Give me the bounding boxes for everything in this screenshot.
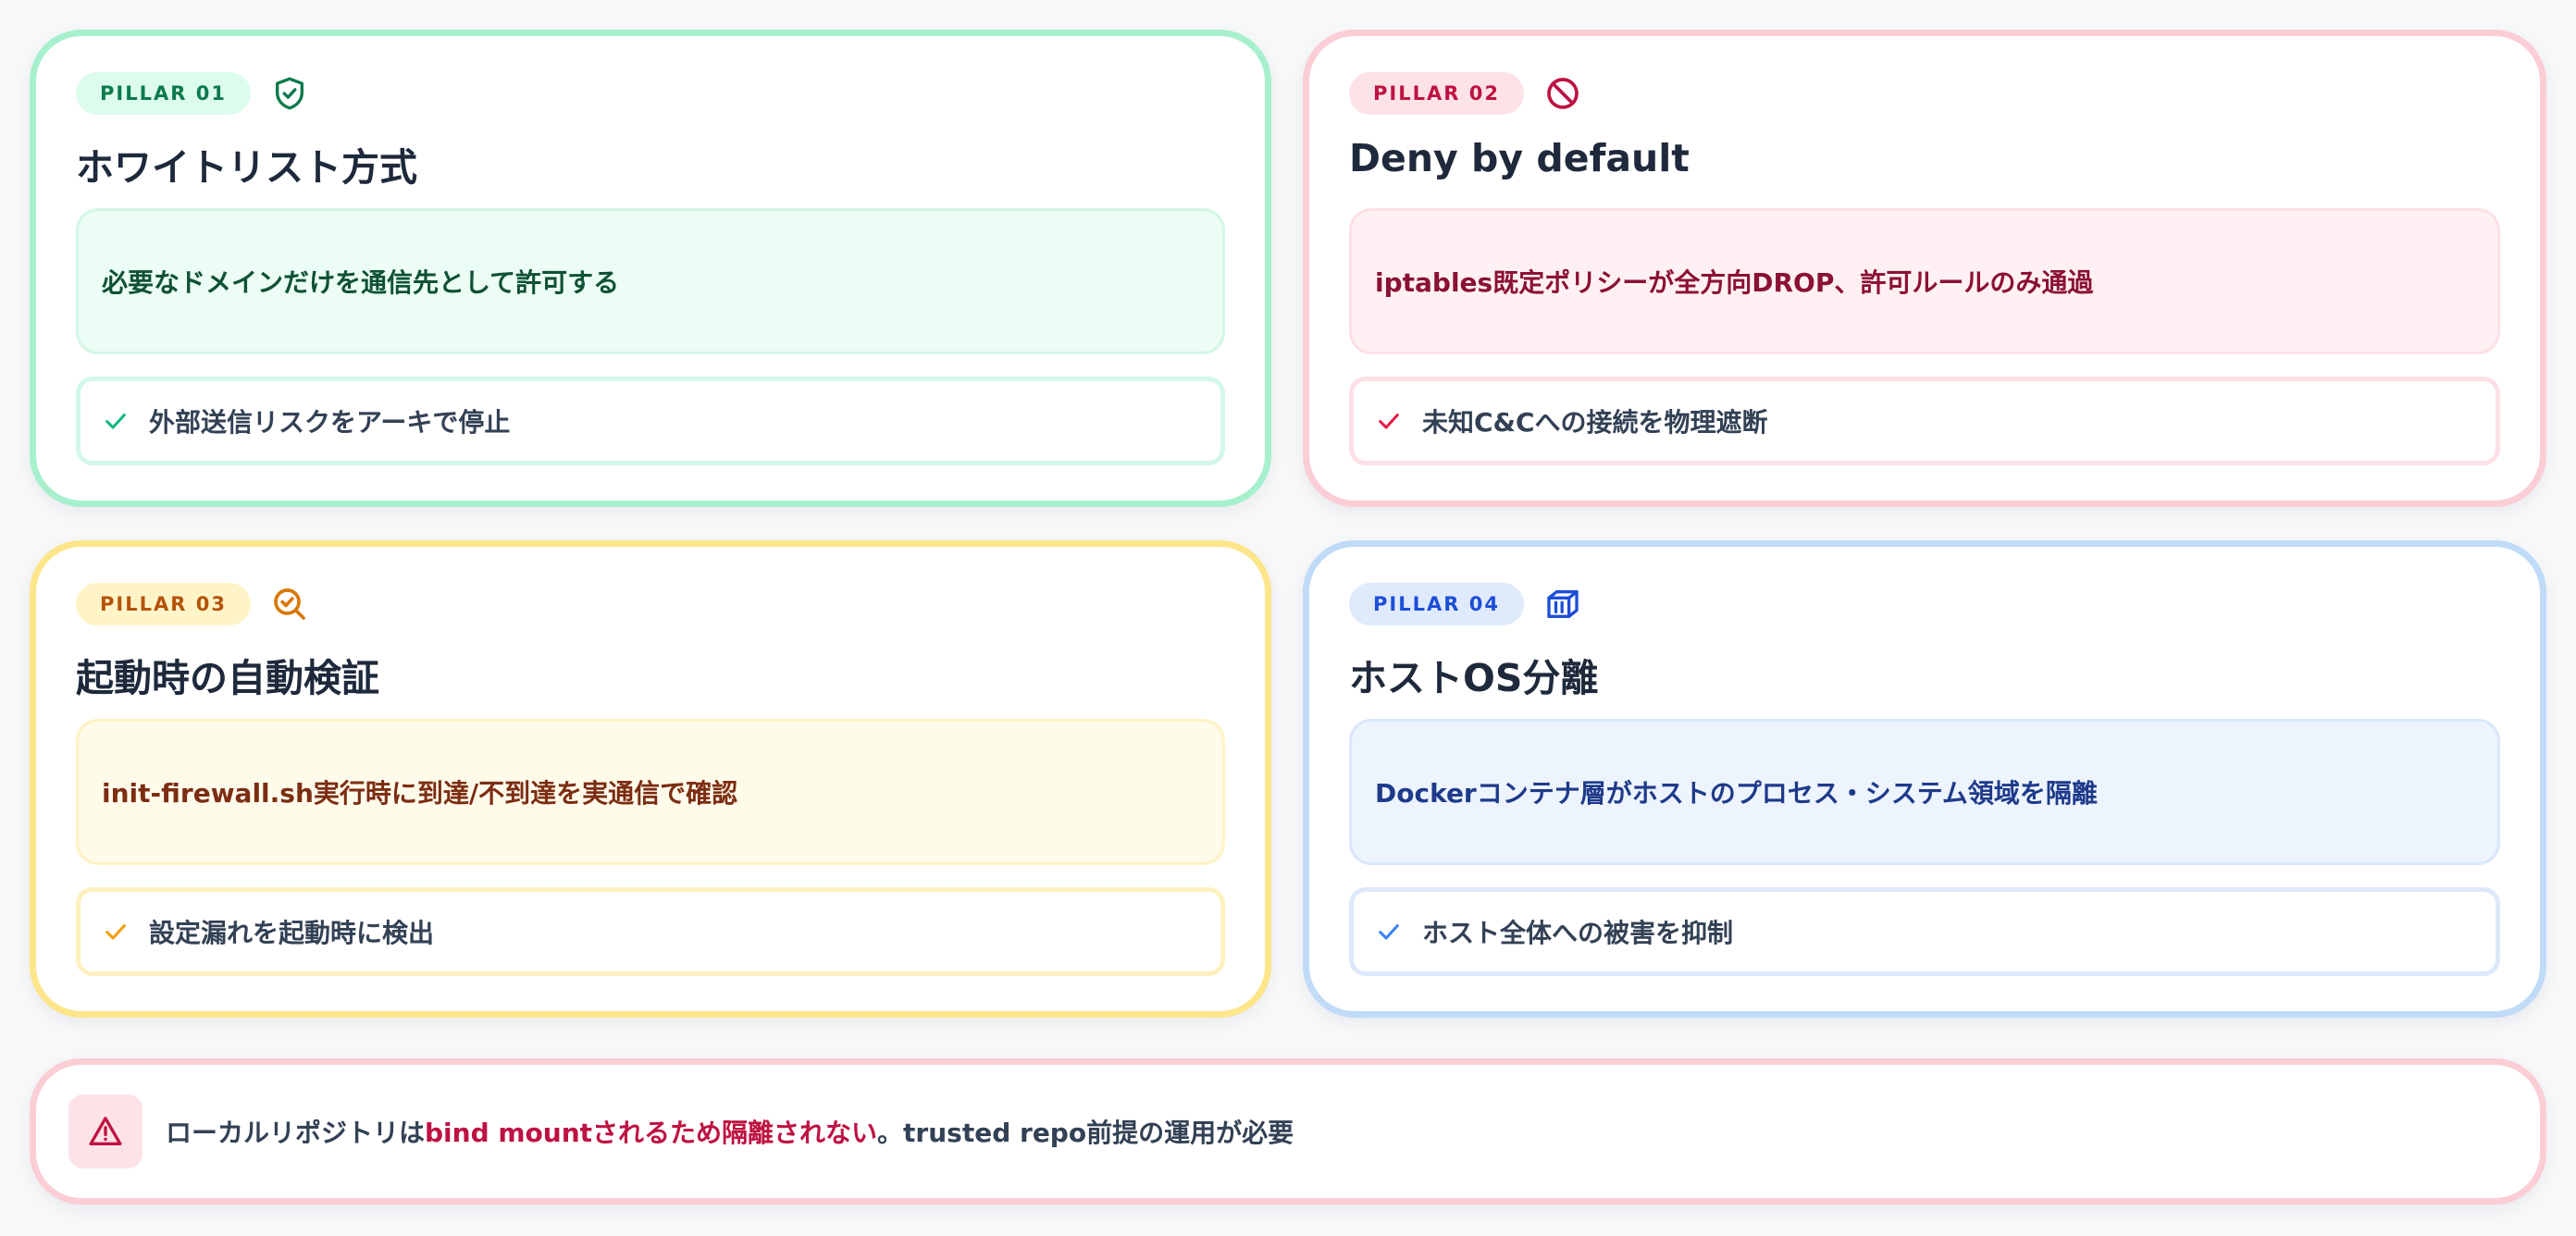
pillar-badge: PILLAR 02 [1349, 72, 1524, 115]
warning-triangle-icon [89, 1117, 122, 1145]
pillar-description: 必要なドメインだけを通信先として許可する [76, 208, 1225, 354]
warning-icon-box [68, 1094, 142, 1168]
pillar-bullet: 未知C&Cへの接続を物理遮断 [1349, 377, 2500, 465]
pillar-badge: PILLAR 04 [1349, 583, 1524, 625]
pillar-card-02: PILLAR 02 Deny by default iptables既定ポリシー… [1303, 30, 2546, 507]
pillar-badge: PILLAR 01 [76, 72, 251, 115]
ban-icon [1547, 78, 1579, 109]
warning-text: ローカルリポジトリはbind mountされるため隔離されない。trusted … [166, 1113, 1294, 1150]
pillar-bullet-text: 未知C&Cへの接続を物理遮断 [1422, 407, 1768, 438]
pillar-bullet: ホスト全体への被害を抑制 [1349, 887, 2500, 976]
check-icon [105, 924, 126, 940]
pillar-card-03: PILLAR 03 起動時の自動検証 init-firewall.sh実行時に到… [30, 540, 1271, 1018]
shield-check-icon [275, 77, 303, 110]
warning-banner: ローカルリポジトリはbind mountされるため隔離されない。trusted … [30, 1058, 2546, 1205]
check-icon [1379, 924, 1399, 940]
pillar-description: init-firewall.sh実行時に到達/不到達を実通信で確認 [76, 719, 1225, 865]
check-icon [1379, 414, 1399, 429]
pillar-badge: PILLAR 03 [76, 583, 251, 625]
pillar-bullet-text: 設定漏れを起動時に検出 [149, 918, 435, 948]
pillar-bullet: 外部送信リスクをアーキで停止 [76, 377, 1225, 465]
pillar-description: iptables既定ポリシーが全方向DROP、許可ルールのみ通過 [1349, 208, 2500, 354]
pillar-bullet: 設定漏れを起動時に検出 [76, 887, 1225, 976]
warning-text-after: 。trusted repo前提の運用が必要 [877, 1118, 1294, 1148]
pillar-title: 起動時の自動検証 [76, 656, 379, 700]
check-icon [105, 414, 126, 429]
pillar-card-04: PILLAR 04 ホストOS分離 Dockerコンテナ層がホストのプロセス・シ… [1303, 540, 2546, 1018]
warning-text-highlight: bind mountされるため隔離されない [425, 1118, 878, 1148]
warning-text-before: ローカルリポジトリは [166, 1118, 426, 1148]
pillar-bullet-text: 外部送信リスクをアーキで停止 [149, 407, 511, 438]
pillar-title: ホストOS分離 [1349, 656, 1599, 700]
pillar-card-01: PILLAR 01 ホワイトリスト方式 必要なドメインだけを通信先として許可する… [30, 30, 1271, 507]
pillar-title: Deny by default [1349, 136, 1690, 180]
container-icon [1547, 590, 1579, 618]
pillar-bullet-text: ホスト全体への被害を抑制 [1422, 918, 1734, 948]
pillar-title: ホワイトリスト方式 [76, 145, 417, 190]
pillar-description: Dockerコンテナ層がホストのプロセス・システム領域を隔離 [1349, 719, 2500, 865]
search-check-icon [274, 588, 305, 620]
